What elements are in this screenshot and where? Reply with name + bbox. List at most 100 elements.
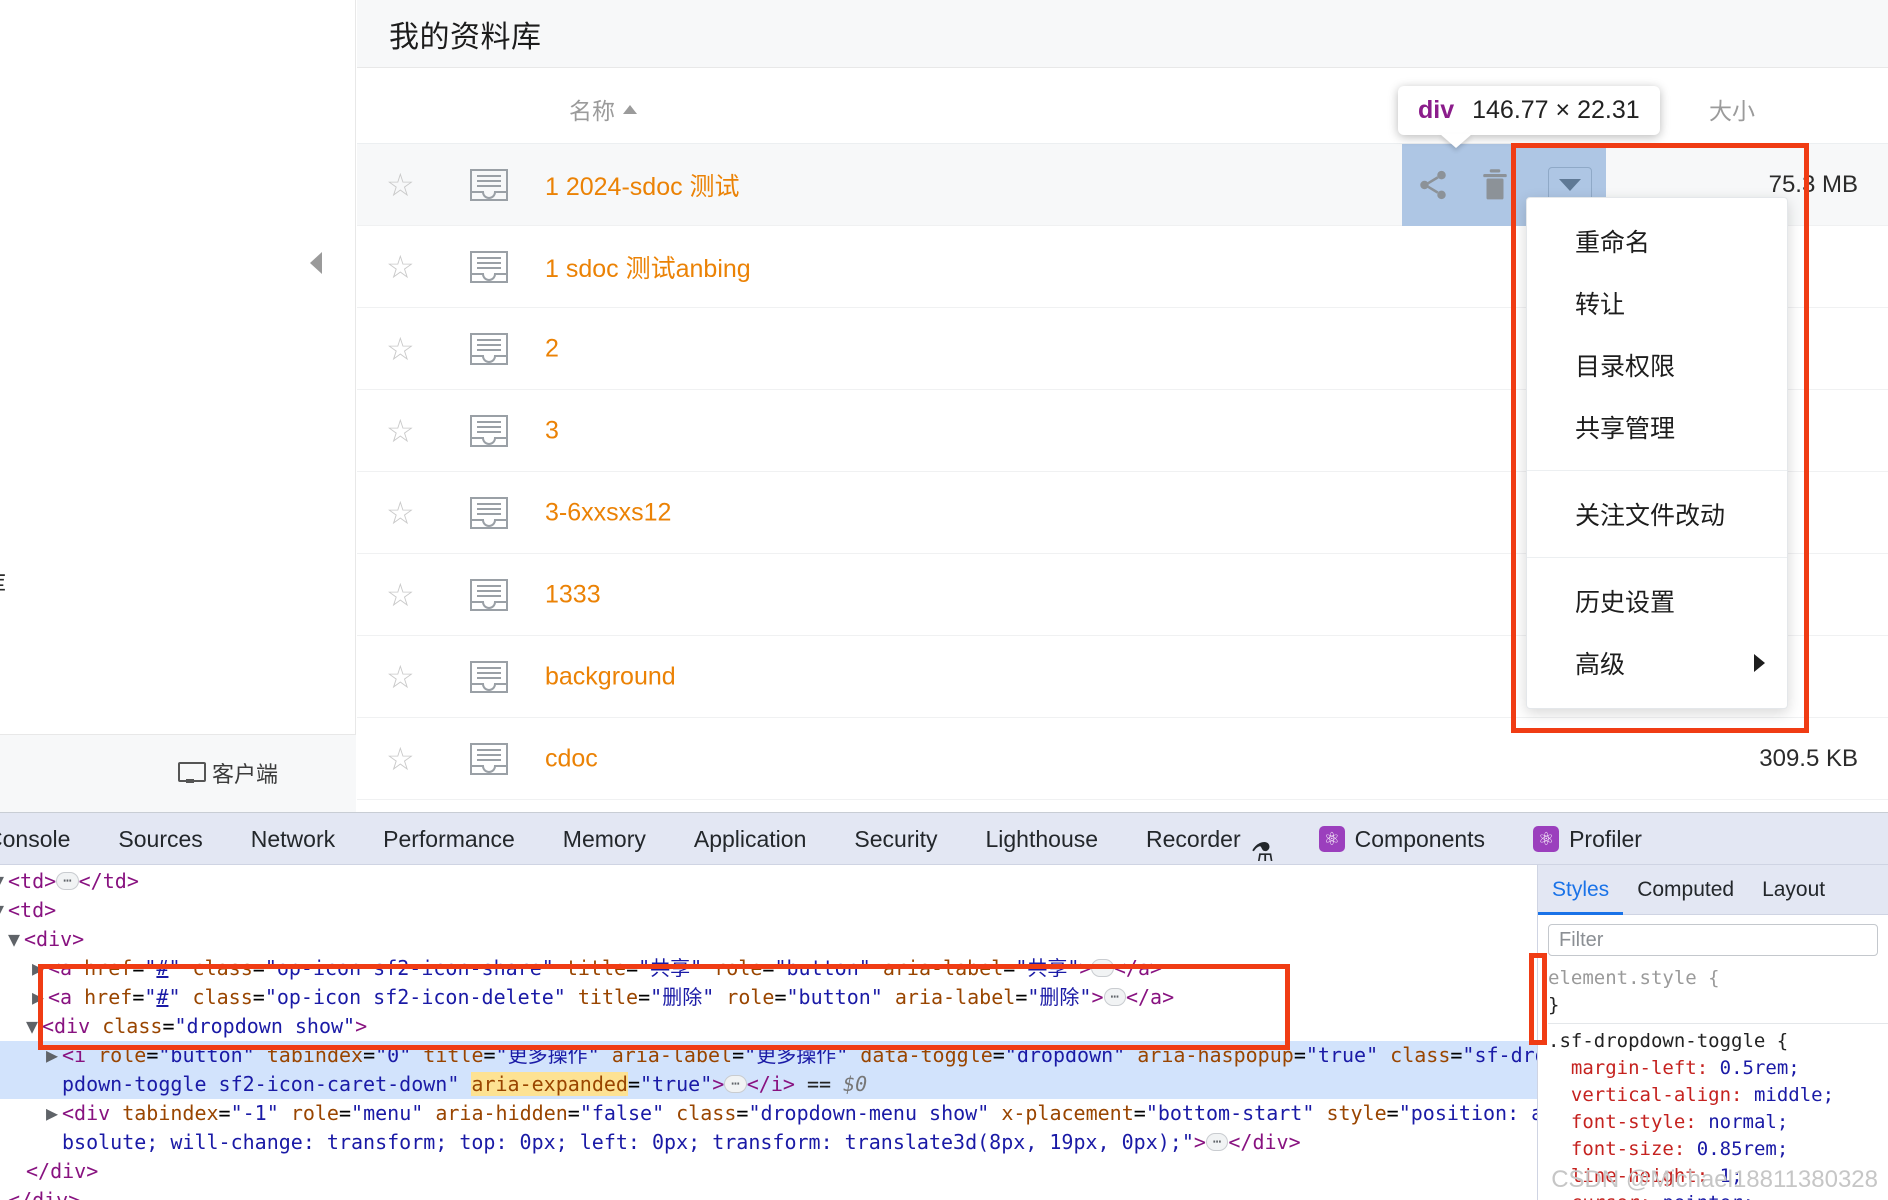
folder-icon[interactable] xyxy=(467,494,511,532)
css-property: margin-left xyxy=(1571,1057,1697,1079)
file-name-link[interactable]: cdoc xyxy=(545,744,598,773)
tab-styles[interactable]: Styles xyxy=(1538,865,1623,915)
css-declaration[interactable]: margin-left: 0.5rem; xyxy=(1548,1055,1888,1082)
dom-line[interactable]: ▼<div> xyxy=(0,925,1537,954)
file-name-link[interactable]: 2 xyxy=(545,334,559,363)
folder-icon[interactable] xyxy=(467,412,511,450)
table-row[interactable]: ☆ cdoc 309.5 KB xyxy=(357,718,1888,800)
folder-icon[interactable] xyxy=(467,248,511,286)
element-style-close: } xyxy=(1548,992,1888,1019)
element-style-selector[interactable]: element.style { xyxy=(1548,965,1888,992)
tab-recorder[interactable]: Recorder xyxy=(1122,813,1295,865)
star-icon[interactable]: ☆ xyxy=(386,579,415,611)
star-icon[interactable]: ☆ xyxy=(386,415,415,447)
dom-line[interactable]: ▼<td>⋯</td> xyxy=(0,867,1537,896)
screenshot-root: 料库 备 欢 客户端 我的资料库 名称 大小 xyxy=(0,0,1888,1200)
dom-line[interactable]: ▶<div tabindex="-1" role="menu" aria-hid… xyxy=(0,1099,1537,1128)
file-name-link[interactable]: 3 xyxy=(545,416,559,445)
chevron-right-icon xyxy=(1754,654,1765,672)
menu-item-transfer[interactable]: 转让 xyxy=(1527,272,1787,334)
file-name-link[interactable]: 1 2024-sdoc 测试 xyxy=(545,167,740,203)
tab-console[interactable]: Console xyxy=(0,813,94,865)
star-icon[interactable]: ☆ xyxy=(386,497,415,529)
file-name-link[interactable]: 1333 xyxy=(545,580,601,609)
folder-icon[interactable] xyxy=(467,330,511,368)
menu-item-watch-file-changes[interactable]: 关注文件改动 xyxy=(1527,483,1787,545)
dom-line[interactable]: </div> xyxy=(0,1157,1537,1186)
styles-pane: Styles Computed Layout Filter element.st… xyxy=(1537,865,1888,1200)
folder-icon[interactable] xyxy=(467,658,511,696)
menu-item-advanced[interactable]: 高级 xyxy=(1527,632,1787,694)
tab-components[interactable]: ⚛ Components xyxy=(1295,813,1509,865)
file-size: 309.5 KB xyxy=(1759,745,1858,773)
star-icon[interactable]: ☆ xyxy=(386,169,415,201)
file-size: 75.3 MB xyxy=(1769,171,1858,199)
sidebar-collapse-icon[interactable] xyxy=(310,252,322,274)
menu-item-share-admin[interactable]: 共享管理 xyxy=(1527,396,1787,458)
sidebar-item-my-library[interactable]: 料库 xyxy=(0,564,6,599)
column-header-size[interactable]: 大小 xyxy=(1709,92,1755,126)
sidebar-footer: 欢 客户端 xyxy=(0,734,356,812)
devtools-body: ▼<td>⋯</td> ▼<td> ▼<div> ▶<a href="#" cl… xyxy=(0,865,1888,1200)
tab-network[interactable]: Network xyxy=(227,813,359,865)
folder-icon[interactable] xyxy=(467,576,511,614)
rule-selector[interactable]: .sf-dropdown-toggle { xyxy=(1548,1028,1888,1055)
css-declaration[interactable]: line-height: 1; xyxy=(1548,1163,1888,1190)
tab-profiler[interactable]: ⚛ Profiler xyxy=(1509,813,1666,865)
menu-item-rename[interactable]: 重命名 xyxy=(1527,210,1787,272)
menu-item-history-settings[interactable]: 历史设置 xyxy=(1527,570,1787,632)
menu-item-folder-permission[interactable]: 目录权限 xyxy=(1527,334,1787,396)
delete-icon[interactable] xyxy=(1464,157,1526,213)
devtools-panel: Console Sources Network Performance Memo… xyxy=(0,812,1888,1200)
css-declaration[interactable]: font-size: 0.85rem; xyxy=(1548,1136,1888,1163)
dom-line[interactable]: </div> xyxy=(0,1186,1537,1200)
star-icon[interactable]: ☆ xyxy=(386,743,415,775)
more-operations-dropdown-menu: 重命名 转让 目录权限 共享管理 关注文件改动 历史设置 高级 xyxy=(1526,197,1788,709)
dom-line[interactable]: bsolute; will-change: transform; top: 0p… xyxy=(0,1128,1537,1157)
styles-filter-input[interactable]: Filter xyxy=(1548,924,1878,956)
star-icon[interactable]: ☆ xyxy=(386,333,415,365)
file-name-link[interactable]: 1 sdoc 测试anbing xyxy=(545,249,751,285)
folder-icon[interactable] xyxy=(467,740,511,778)
folder-icon[interactable] xyxy=(467,166,511,204)
react-icon: ⚛ xyxy=(1319,826,1345,852)
css-declaration[interactable]: cursor: pointer; xyxy=(1548,1190,1888,1200)
tab-memory[interactable]: Memory xyxy=(539,813,670,865)
css-property: line-height xyxy=(1571,1165,1697,1187)
share-icon[interactable] xyxy=(1402,157,1464,213)
dom-tree-pane[interactable]: ▼<td>⋯</td> ▼<td> ▼<div> ▶<a href="#" cl… xyxy=(0,865,1537,1200)
dom-line-selected[interactable]: ▶<i role="button" tabindex="0" title="更多… xyxy=(0,1041,1537,1070)
client-button-label: 客户端 xyxy=(212,757,278,789)
tab-components-label: Components xyxy=(1355,813,1485,865)
tab-lighthouse[interactable]: Lighthouse xyxy=(961,813,1122,865)
dom-line-selected-cont[interactable]: pdown-toggle sf2-icon-caret-down" aria-e… xyxy=(0,1070,1537,1099)
css-declaration[interactable]: font-style: normal; xyxy=(1548,1109,1888,1136)
tab-layout[interactable]: Layout xyxy=(1748,865,1839,915)
star-icon[interactable]: ☆ xyxy=(386,251,415,283)
dom-line[interactable]: ▼<td> xyxy=(0,896,1537,925)
css-value: middle; xyxy=(1754,1084,1834,1106)
css-value: 0.85rem; xyxy=(1697,1138,1789,1160)
dom-line[interactable]: ▼<div class="dropdown show"> xyxy=(0,1012,1537,1041)
sidebar-scroll-area[interactable]: 料库 备 xyxy=(0,0,355,734)
file-name-link[interactable]: background xyxy=(545,662,676,691)
tab-sources[interactable]: Sources xyxy=(94,813,226,865)
css-property: font-style xyxy=(1571,1111,1685,1133)
flask-icon xyxy=(1251,827,1271,851)
styles-filter-placeholder: Filter xyxy=(1559,929,1603,952)
column-header-name[interactable]: 名称 xyxy=(569,92,637,126)
page-title: 我的资料库 xyxy=(389,12,542,56)
inspect-tooltip: div 146.77 × 22.31 xyxy=(1398,86,1660,135)
tab-computed[interactable]: Computed xyxy=(1623,865,1748,915)
css-property: cursor xyxy=(1571,1192,1640,1200)
tab-security[interactable]: Security xyxy=(830,813,961,865)
client-button[interactable]: 客户端 xyxy=(178,757,278,789)
sidebar: 料库 备 欢 客户端 xyxy=(0,0,356,812)
dom-line[interactable]: ▶<a href="#" class="op-icon sf2-icon-del… xyxy=(0,983,1537,1012)
dom-line[interactable]: ▶<a href="#" class="op-icon sf2-icon-sha… xyxy=(0,954,1537,983)
star-icon[interactable]: ☆ xyxy=(386,661,415,693)
tab-performance[interactable]: Performance xyxy=(359,813,539,865)
file-name-link[interactable]: 3-6xxsxs12 xyxy=(545,498,671,527)
css-declaration[interactable]: vertical-align: middle; xyxy=(1548,1082,1888,1109)
tab-application[interactable]: Application xyxy=(670,813,831,865)
